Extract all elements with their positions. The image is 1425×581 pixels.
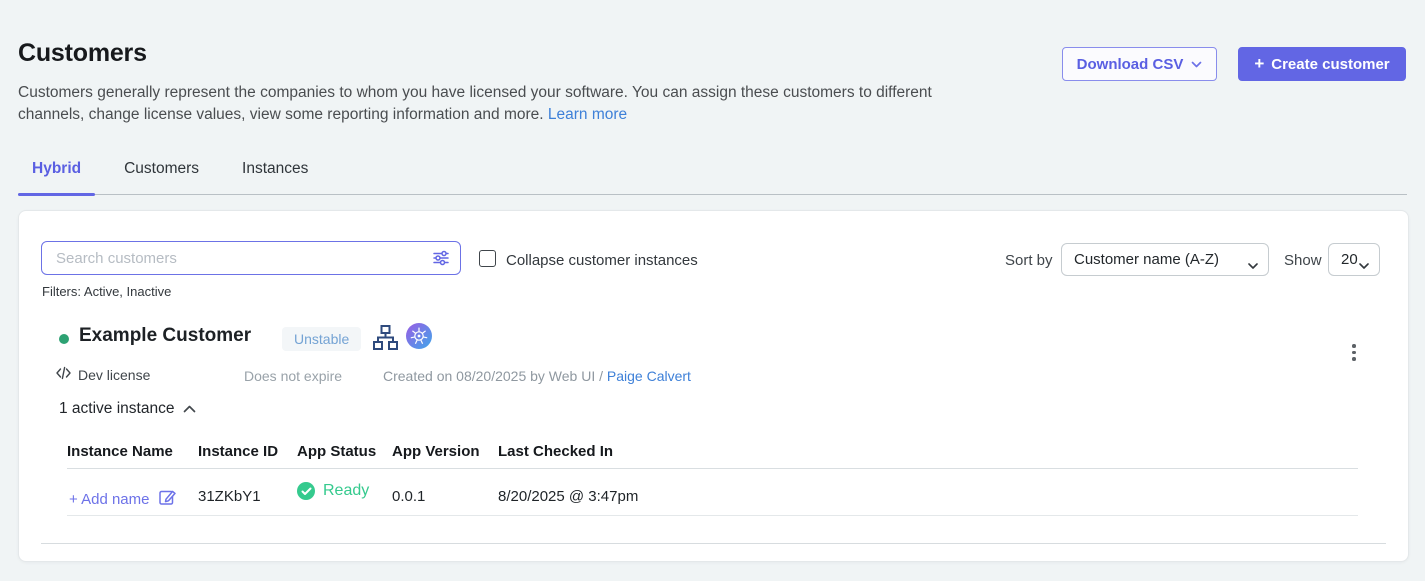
tab-instances[interactable]: Instances: [228, 158, 322, 194]
show-select-value: 20: [1341, 251, 1358, 268]
customers-card: Collapse customer instances Sort by Cust…: [18, 210, 1409, 562]
search-wrap: [41, 241, 461, 275]
app-status-cell: Ready: [297, 482, 369, 500]
table-header-divider: [67, 468, 1358, 469]
license-type: Dev license: [56, 366, 150, 383]
col-header-instance-id: Instance ID: [198, 443, 278, 460]
customer-name[interactable]: Example Customer: [79, 325, 251, 347]
col-header-app-status: App Status: [297, 443, 376, 460]
show-select[interactable]: 20: [1328, 243, 1380, 276]
customer-menu-button[interactable]: [1345, 339, 1363, 366]
col-header-instance-name: Instance Name: [67, 443, 173, 460]
instance-id-cell: 31ZKbY1: [198, 488, 261, 505]
page-description-text: Customers generally represent the compan…: [18, 84, 932, 124]
license-created-text: Created on 08/20/2025 by Web UI /: [383, 368, 603, 384]
add-instance-name-link[interactable]: + Add name: [69, 488, 176, 510]
license-type-label: Dev license: [78, 367, 150, 383]
kubernetes-icon: [406, 323, 432, 349]
chevron-down-icon: [1248, 257, 1258, 274]
app-version-cell: 0.0.1: [392, 488, 425, 505]
learn-more-link[interactable]: Learn more: [548, 106, 627, 123]
col-header-last-checked-in: Last Checked In: [498, 443, 613, 460]
license-created: Created on 08/20/2025 by Web UI / Paige …: [383, 368, 691, 384]
table-row-divider: [67, 515, 1358, 516]
channel-badge: Unstable: [282, 327, 361, 351]
tab-bar: Hybrid Customers Instances: [18, 158, 1407, 195]
sort-select[interactable]: Customer name (A-Z): [1061, 243, 1269, 276]
tab-customers[interactable]: Customers: [110, 158, 213, 194]
collapse-instances-checkbox[interactable]: [479, 250, 496, 267]
sort-select-value: Customer name (A-Z): [1074, 251, 1219, 268]
edit-icon: [158, 488, 176, 510]
create-customer-button[interactable]: + Create customer: [1238, 47, 1406, 81]
download-csv-label: Download CSV: [1077, 56, 1184, 73]
customers-page: Customers Customers generally represent …: [0, 0, 1425, 581]
chevron-down-icon: [1359, 257, 1369, 274]
instances-toggle[interactable]: 1 active instance: [59, 400, 196, 418]
channels-sitemap-icon: [372, 324, 399, 356]
status-label: Ready: [323, 482, 369, 500]
create-customer-label: Create customer: [1271, 56, 1389, 73]
active-filters-text: Filters: Active, Inactive: [42, 284, 171, 299]
license-expiry: Does not expire: [244, 368, 342, 384]
col-header-app-version: App Version: [392, 443, 480, 460]
add-name-label: + Add name: [69, 491, 149, 508]
filter-sliders-icon[interactable]: [431, 248, 451, 273]
created-by-link[interactable]: Paige Calvert: [607, 368, 691, 384]
chevron-down-icon: [1191, 56, 1202, 73]
customer-active-dot: [59, 334, 69, 344]
page-description: Customers generally represent the compan…: [18, 82, 983, 127]
status-check-icon: [297, 482, 315, 500]
search-input[interactable]: [41, 241, 461, 275]
show-label: Show: [1284, 252, 1322, 269]
instances-summary: 1 active instance: [59, 400, 174, 418]
download-csv-button[interactable]: Download CSV: [1062, 47, 1217, 81]
tab-hybrid[interactable]: Hybrid: [18, 158, 95, 194]
last-checked-in-cell: 8/20/2025 @ 3:47pm: [498, 488, 638, 505]
chevron-up-icon: [183, 400, 196, 418]
collapse-instances-label: Collapse customer instances: [506, 252, 698, 269]
code-icon: [56, 366, 71, 383]
plus-icon: +: [1254, 54, 1264, 74]
page-title: Customers: [18, 39, 147, 68]
card-bottom-divider: [41, 543, 1386, 544]
sort-by-label: Sort by: [1005, 252, 1053, 269]
